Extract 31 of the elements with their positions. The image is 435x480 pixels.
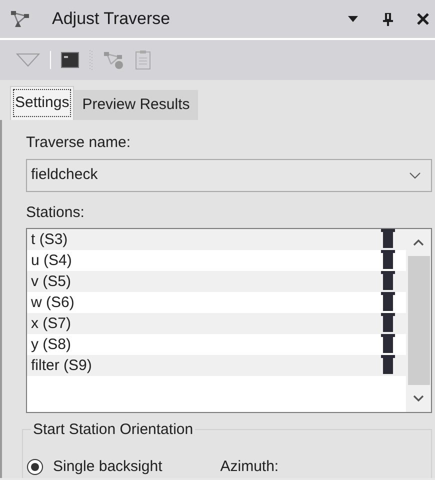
close-icon[interactable] bbox=[417, 13, 429, 25]
scroll-thumb[interactable] bbox=[408, 256, 430, 385]
dropdown-icon[interactable] bbox=[347, 15, 359, 23]
station-icon bbox=[380, 355, 396, 376]
traverse-name-dropdown[interactable]: fieldcheck bbox=[26, 158, 432, 192]
pin-icon[interactable] bbox=[383, 12, 393, 26]
station-row[interactable]: t (S3) bbox=[27, 229, 406, 250]
station-icon bbox=[380, 313, 396, 334]
chevron-down-icon bbox=[409, 172, 421, 178]
station-icon bbox=[380, 229, 396, 250]
station-row[interactable]: filter (S9) bbox=[27, 355, 406, 376]
radio-button[interactable] bbox=[27, 459, 43, 476]
window-title: Adjust Traverse bbox=[52, 8, 170, 30]
scroll-up-icon[interactable] bbox=[413, 239, 424, 246]
field-label: Traverse name: bbox=[26, 133, 132, 153]
console-icon[interactable] bbox=[61, 52, 79, 68]
tab[interactable]: Settings bbox=[10, 86, 74, 120]
azimuth-label: Azimuth: bbox=[220, 457, 279, 477]
scroll-down-icon[interactable] bbox=[413, 395, 424, 402]
tab[interactable]: Preview Results bbox=[74, 90, 198, 120]
scrollbar[interactable] bbox=[406, 229, 431, 412]
station-icon bbox=[380, 250, 396, 271]
station-icon bbox=[380, 334, 396, 355]
clipboard-icon[interactable] bbox=[135, 50, 151, 70]
station-icon bbox=[380, 271, 396, 292]
field-label: Stations: bbox=[26, 202, 86, 222]
station-row[interactable]: v (S5) bbox=[27, 271, 406, 292]
radio-label[interactable]: Single backsight bbox=[53, 456, 162, 478]
station-icon bbox=[380, 292, 396, 313]
traverse-icon bbox=[10, 9, 32, 29]
station-row[interactable]: x (S7) bbox=[27, 313, 406, 334]
